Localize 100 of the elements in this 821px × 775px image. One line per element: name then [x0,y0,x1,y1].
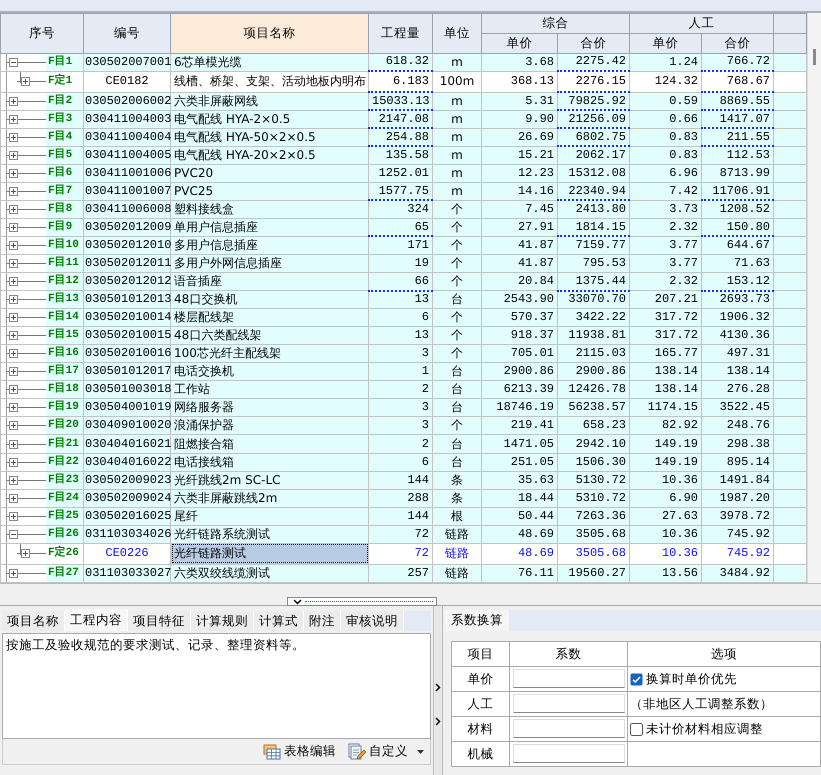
panel-tab[interactable]: 审核说明 [341,611,404,631]
table-cell[interactable]: PVC25 [170,182,368,200]
table-cell[interactable]: 光纤链路系统测试 [170,525,368,544]
chevron-right-icon[interactable] [435,683,442,692]
table-cell[interactable]: 电气配线 HYA-2×0.5 [170,110,368,128]
expand-icon[interactable] [9,313,18,322]
table-cell[interactable]: 六类非屏蔽跳线2m [170,489,368,508]
table-cell[interactable]: 六类非屏蔽网线 [170,92,368,110]
table-cell[interactable]: 324 [368,200,432,218]
expand-icon[interactable] [9,150,18,160]
table-cell[interactable]: 光纤链路测试 [170,543,368,564]
panel-tab[interactable]: 附注 [304,611,341,631]
toolbar-button[interactable]: 表格编辑 [263,742,336,761]
table-cell[interactable]: 3 [368,416,432,435]
panel-tab[interactable]: 计算式 [254,611,304,631]
column-header[interactable]: 项目名称 [170,14,368,53]
expand-icon[interactable] [9,204,18,214]
table-cell[interactable]: 65 [368,218,432,236]
table-cell[interactable]: 工作站 [170,380,368,399]
panel-tab[interactable]: 系数换算 [445,610,509,631]
column-header[interactable]: 单位 [432,14,482,53]
expand-icon[interactable] [9,186,18,196]
panel-tab[interactable]: 计算规则 [191,611,254,631]
table-cell[interactable]: 语音插座 [170,272,368,291]
table-cell[interactable]: 3 [368,398,432,417]
expand-icon[interactable] [9,349,18,358]
coefficient-field[interactable] [512,669,624,688]
table-cell[interactable]: 1252.01 [368,164,432,182]
table-cell[interactable]: 电气配线 HYA-20×2×0.5 [170,146,368,164]
expand-icon[interactable] [21,77,30,86]
panel-tab[interactable]: 项目名称 [2,611,65,631]
table-cell[interactable]: 1577.75 [368,182,432,200]
table-cell[interactable]: 电话交换机 [170,362,368,381]
table-cell[interactable]: 144 [368,471,432,490]
content-field[interactable]: 按施工及验收规范的要求测试、记录、整理资料等。 [2,633,432,739]
checkbox[interactable] [630,722,643,736]
expand-icon[interactable] [9,331,18,340]
table-cell[interactable]: 塑料接线盒 [170,200,368,218]
table-cell[interactable]: 171 [368,236,432,255]
table-cell[interactable]: 1 [368,362,432,381]
column-header[interactable]: 合价 [702,33,774,53]
expand-icon[interactable] [9,440,18,448]
table-cell[interactable]: 13 [368,290,432,309]
expand-icon[interactable] [9,132,18,142]
table-cell[interactable]: 2 [368,380,432,399]
expand-icon[interactable] [9,385,18,394]
table-cell[interactable]: 135.58 [368,146,432,164]
table-cell[interactable]: 线槽、桥架、支架、活动地板内明布 [170,71,368,92]
column-header[interactable]: 单价 [630,33,702,53]
table-cell[interactable]: 电气配线 HYA-50×2×0.5 [170,128,368,146]
coefficient-field[interactable] [512,694,624,714]
table-cell[interactable]: 网络服务器 [170,398,368,417]
table-cell[interactable]: 2147.08 [368,110,432,128]
table-cell[interactable]: 100芯光纤主配线架 [170,344,368,363]
table-cell[interactable]: 48口六类配线架 [170,326,368,345]
expand-icon[interactable] [9,458,18,467]
table-cell[interactable]: PVC20 [170,164,368,182]
table-cell[interactable]: 多用户外网信息插座 [170,254,368,273]
collapse-icon[interactable] [9,530,18,539]
table-cell[interactable]: 六类双绞线缆测试 [170,564,368,582]
table-cell[interactable]: 48口交换机 [170,290,368,309]
table-cell[interactable]: 楼层配线架 [170,308,368,327]
column-header[interactable]: 合价 [558,33,630,53]
column-header[interactable]: 编号 [84,14,170,53]
column-header[interactable]: 单价 [482,33,558,53]
coefficient-field[interactable] [512,744,624,764]
table-cell[interactable]: 288 [368,489,432,508]
collapse-icon[interactable] [9,58,18,67]
expand-icon[interactable] [9,222,18,232]
table-cell[interactable]: 尾纤 [170,507,368,526]
coefficient-field[interactable] [512,719,624,738]
expand-icon[interactable] [9,476,18,485]
table-cell[interactable]: 单用户信息插座 [170,218,368,236]
scroll-thumb[interactable] [813,49,816,65]
table-cell[interactable]: 19 [368,254,432,273]
expand-icon[interactable] [9,367,18,376]
table-cell[interactable]: 6 [368,308,432,327]
expand-icon[interactable] [21,549,30,558]
table-cell[interactable]: 2 [368,434,432,454]
expand-icon[interactable] [9,295,18,304]
splitter-handle[interactable] [287,597,437,606]
checkbox[interactable] [630,672,643,686]
expand-icon[interactable] [9,277,18,286]
panel-tab[interactable]: 项目特征 [128,611,191,631]
expand-icon[interactable] [9,240,18,250]
expand-icon[interactable] [9,421,18,430]
expand-icon[interactable] [9,494,18,503]
table-cell[interactable]: 6 [368,453,432,472]
table-cell[interactable]: 电话接线箱 [170,453,368,472]
table-cell[interactable]: 72 [368,543,432,564]
table-cell[interactable]: 72 [368,525,432,544]
table-cell[interactable]: 光纤跳线2m SC-LC [170,471,368,490]
table-cell[interactable]: 13 [368,326,432,345]
table-cell[interactable]: 阻燃接合箱 [170,434,368,454]
table-cell[interactable]: 254.88 [368,128,432,146]
expand-icon[interactable] [9,96,18,106]
expand-icon[interactable] [9,259,18,268]
column-header[interactable]: 工程量 [368,14,432,53]
table-cell[interactable]: 66 [368,272,432,291]
table-cell[interactable]: 6.183 [368,71,432,92]
